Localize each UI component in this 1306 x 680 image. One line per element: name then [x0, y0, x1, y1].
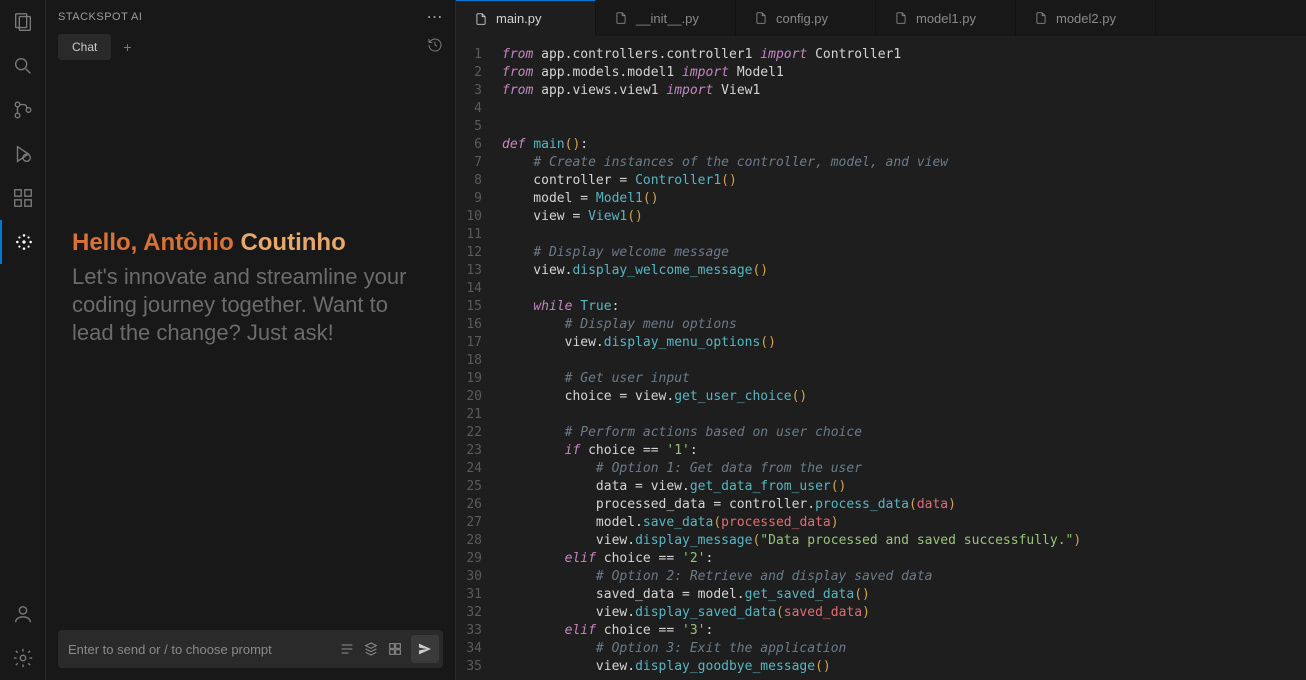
code-line: [502, 280, 1306, 298]
stackspot-icon[interactable]: [0, 220, 46, 264]
code-line: while True:: [502, 298, 1306, 316]
code-line: view.display_saved_data(saved_data): [502, 604, 1306, 622]
attach-icon[interactable]: [383, 637, 407, 661]
paragraph-icon[interactable]: [335, 637, 359, 661]
code-line: from app.views.view1 import View1: [502, 82, 1306, 100]
code-line: from app.models.model1 import Model1: [502, 64, 1306, 82]
code-line: view.display_welcome_message(): [502, 262, 1306, 280]
history-icon[interactable]: [427, 37, 443, 58]
panel-title: STACKSPOT AI: [58, 11, 142, 23]
code-line: saved_data = model.get_saved_data(): [502, 586, 1306, 604]
account-icon[interactable]: [0, 592, 46, 636]
chat-input[interactable]: [68, 642, 335, 657]
code-line: controller = Controller1(): [502, 172, 1306, 190]
code-line: processed_data = controller.process_data…: [502, 496, 1306, 514]
editor-area: main.py __init__.py config.py model1.py mode…: [456, 0, 1306, 680]
greeting-area: Hello, Antônio Coutinho Let's innovate a…: [46, 66, 455, 630]
activity-bar: [0, 0, 46, 680]
run-debug-icon[interactable]: [0, 132, 46, 176]
tab-label: model1.py: [916, 11, 976, 26]
settings-icon[interactable]: [0, 636, 46, 680]
code-line: view.display_menu_options(): [502, 334, 1306, 352]
tab-label: __init__.py: [636, 11, 699, 26]
search-icon[interactable]: [0, 44, 46, 88]
code-line: from app.controllers.controller1 import …: [502, 46, 1306, 64]
editor-tab-model2-py[interactable]: model2.py: [1016, 0, 1156, 36]
code-line: data = view.get_data_from_user(): [502, 478, 1306, 496]
code-line: # Perform actions based on user choice: [502, 424, 1306, 442]
chat-tab[interactable]: Chat: [58, 34, 111, 60]
code-line: # Get user input: [502, 370, 1306, 388]
editor-tab-main-py[interactable]: main.py: [456, 0, 596, 36]
code-line: model = Model1(): [502, 190, 1306, 208]
side-panel: STACKSPOT AI ⋯ Chat + Hello, Antônio Cou…: [46, 0, 456, 680]
code-line: view = View1(): [502, 208, 1306, 226]
code-line: elif choice == '2':: [502, 550, 1306, 568]
code-line: view.display_goodbye_message(): [502, 658, 1306, 676]
code-line: # Option 3: Exit the application: [502, 640, 1306, 658]
send-button[interactable]: [411, 635, 439, 663]
greeting-first: Antônio: [143, 229, 240, 256]
more-icon[interactable]: ⋯: [427, 7, 444, 27]
code-line: choice = view.get_user_choice(): [502, 388, 1306, 406]
source-control-icon[interactable]: [0, 88, 46, 132]
code-line: # Display menu options: [502, 316, 1306, 334]
code-line: model.save_data(processed_data): [502, 514, 1306, 532]
code-line: elif choice == '3':: [502, 622, 1306, 640]
editor-tabs: main.py __init__.py config.py model1.py mode…: [456, 0, 1306, 36]
greeting-sub: Let's innovate and streamline your codin…: [72, 263, 429, 347]
tab-label: model2.py: [1056, 11, 1116, 26]
code-line: [502, 406, 1306, 424]
code-line: view.display_message("Data processed and…: [502, 532, 1306, 550]
editor-tab-__init__-py[interactable]: __init__.py: [596, 0, 736, 36]
line-gutter: 1234567891011121314151617181920212223242…: [456, 36, 492, 680]
code-content[interactable]: from app.controllers.controller1 import …: [492, 36, 1306, 680]
code-line: # Option 1: Get data from the user: [502, 460, 1306, 478]
chat-input-row: [58, 630, 443, 668]
code-line: # Option 2: Retrieve and display saved d…: [502, 568, 1306, 586]
tab-label: main.py: [496, 11, 542, 26]
explorer-icon[interactable]: [0, 0, 46, 44]
code-line: [502, 100, 1306, 118]
code-line: # Create instances of the controller, mo…: [502, 154, 1306, 172]
greeting-prefix: Hello,: [72, 229, 143, 256]
code-line: # Display welcome message: [502, 244, 1306, 262]
extensions-icon[interactable]: [0, 176, 46, 220]
code-line: if choice == '1':: [502, 442, 1306, 460]
add-tab-icon[interactable]: +: [115, 35, 139, 59]
code-line: [502, 118, 1306, 136]
code-line: [502, 352, 1306, 370]
greeting-last: Coutinho: [240, 229, 345, 256]
code-view[interactable]: 1234567891011121314151617181920212223242…: [456, 36, 1306, 680]
tab-label: config.py: [776, 11, 828, 26]
greeting-name: Hello, Antônio Coutinho: [72, 229, 429, 257]
editor-tab-model1-py[interactable]: model1.py: [876, 0, 1016, 36]
stack-icon[interactable]: [359, 637, 383, 661]
panel-header: STACKSPOT AI ⋯: [46, 0, 455, 34]
editor-tab-config-py[interactable]: config.py: [736, 0, 876, 36]
code-line: [502, 226, 1306, 244]
code-line: def main():: [502, 136, 1306, 154]
